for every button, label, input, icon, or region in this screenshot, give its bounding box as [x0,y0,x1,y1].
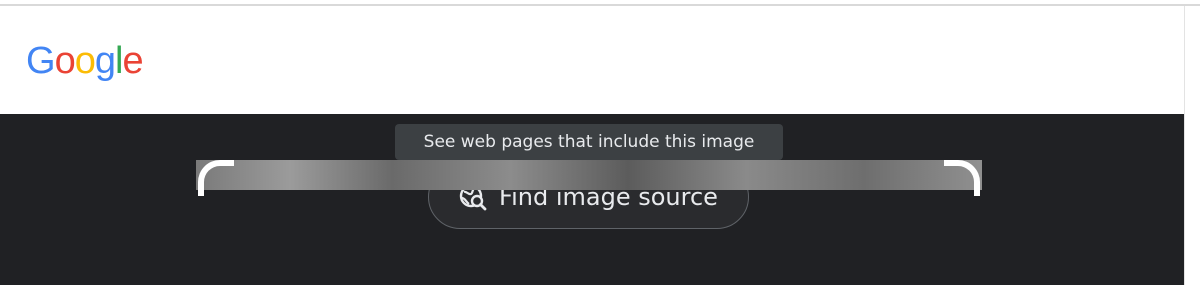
logo-letter: o [74,40,96,82]
find-source-tooltip: See web pages that include this image [395,124,783,160]
logo-letter: G [26,40,56,82]
page-header: Google [0,6,1184,114]
logo-letter: o [54,40,76,82]
logo-letter: g [94,40,116,82]
scrollbar-gutter [1184,6,1200,285]
logo-letter: e [122,40,143,82]
image-preview[interactable] [196,160,982,190]
google-logo[interactable]: Google [26,39,144,83]
logo-letter: l [114,40,124,82]
